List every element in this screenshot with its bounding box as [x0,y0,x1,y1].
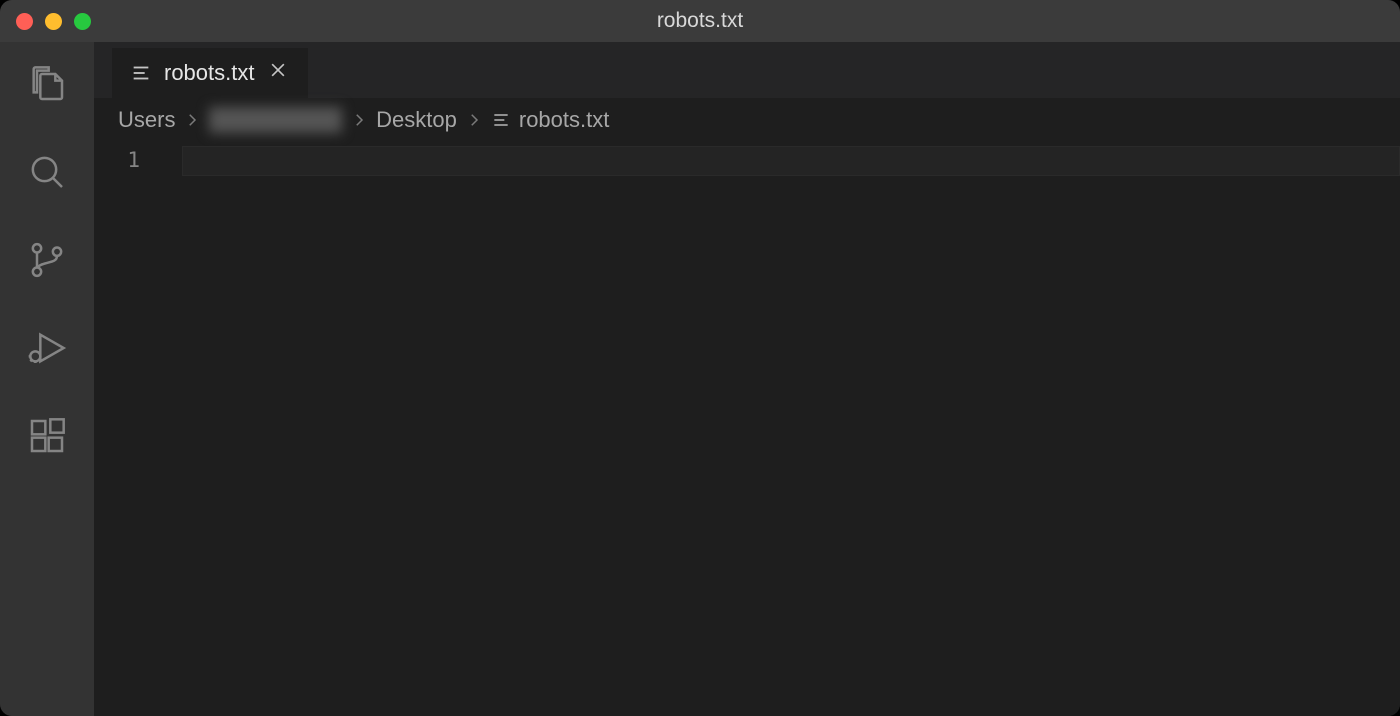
activity-search[interactable] [27,154,67,194]
tab-close-button[interactable] [266,61,290,85]
window-close-button[interactable] [16,13,33,30]
breadcrumb-item[interactable]: robots.txt [519,107,609,133]
window-title: robots.txt [657,9,743,33]
activity-bar [0,42,94,716]
activity-source-control[interactable] [27,242,67,282]
editor-group: robots.txt Users ████████ Desktop [94,42,1400,716]
activity-extensions[interactable] [27,418,67,458]
chevron-right-icon [183,111,201,129]
tab-label: robots.txt [164,60,254,86]
current-line-highlight [182,146,1400,176]
text-file-icon [130,62,152,84]
extensions-icon [27,416,67,461]
chevron-right-icon [350,111,368,129]
breadcrumb: Users ████████ Desktop robots.txt [94,98,1400,142]
window-zoom-button[interactable] [74,13,91,30]
title-bar: robots.txt [0,0,1400,42]
code-editor[interactable]: 1 [94,142,1400,716]
app-window: robots.txt [0,0,1400,716]
line-number-gutter: 1 [94,142,182,716]
activity-explorer[interactable] [27,66,67,106]
tab-bar: robots.txt [94,42,1400,98]
breadcrumb-item-redacted[interactable]: ████████ [209,107,342,133]
code-area[interactable] [182,142,1400,716]
traffic-lights [0,13,91,30]
text-file-icon [491,110,511,130]
files-icon [27,64,67,109]
breadcrumb-item[interactable]: Users [118,107,175,133]
chevron-right-icon [465,111,483,129]
window-minimize-button[interactable] [45,13,62,30]
tab-robots-txt[interactable]: robots.txt [112,48,308,98]
search-icon [27,152,67,197]
close-icon [268,60,288,86]
line-number: 1 [94,148,140,172]
debug-icon [27,328,67,373]
breadcrumb-item[interactable]: Desktop [376,107,457,133]
activity-run-debug[interactable] [27,330,67,370]
branch-icon [27,240,67,285]
